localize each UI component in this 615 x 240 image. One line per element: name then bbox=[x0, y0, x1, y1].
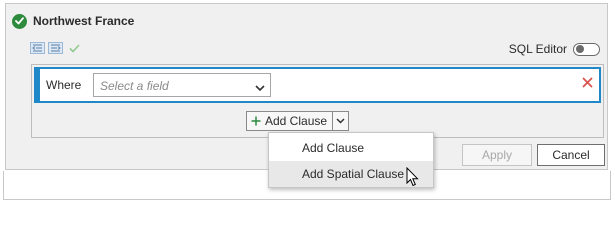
toggle-knob bbox=[575, 44, 584, 53]
clause-toolbar bbox=[30, 42, 80, 54]
sql-editor-toggle-group: SQL Editor bbox=[509, 42, 600, 56]
indent-right-icon[interactable] bbox=[48, 42, 63, 54]
apply-button[interactable]: Apply bbox=[462, 144, 532, 166]
clause-row: Where Select a field bbox=[34, 67, 601, 103]
add-clause-button[interactable]: Add Clause bbox=[246, 111, 334, 131]
chevron-down-icon bbox=[255, 81, 265, 95]
add-clause-label: Add Clause bbox=[265, 114, 328, 128]
indent-left-icon[interactable] bbox=[30, 42, 45, 54]
plus-icon bbox=[251, 116, 261, 126]
sql-editor-label: SQL Editor bbox=[508, 42, 567, 56]
field-select-placeholder: Select a field bbox=[100, 79, 169, 93]
clause-selection-bar bbox=[36, 69, 40, 101]
cancel-button[interactable]: Cancel bbox=[537, 144, 605, 166]
sql-editor-toggle[interactable] bbox=[573, 42, 600, 56]
checkmark-icon[interactable] bbox=[69, 43, 80, 53]
add-clause-split-button: Add Clause bbox=[246, 111, 350, 131]
close-icon[interactable] bbox=[582, 77, 593, 91]
where-label: Where bbox=[46, 78, 82, 92]
chevron-down-icon bbox=[336, 118, 345, 124]
menu-item-add-clause[interactable]: Add Clause bbox=[269, 135, 433, 161]
add-clause-dropdown-button[interactable] bbox=[333, 111, 350, 131]
field-select[interactable]: Select a field bbox=[93, 73, 271, 97]
query-header: Northwest France bbox=[12, 12, 134, 30]
check-circle-icon bbox=[12, 13, 27, 29]
mouse-pointer-icon bbox=[406, 167, 419, 187]
query-title: Northwest France bbox=[33, 14, 135, 28]
